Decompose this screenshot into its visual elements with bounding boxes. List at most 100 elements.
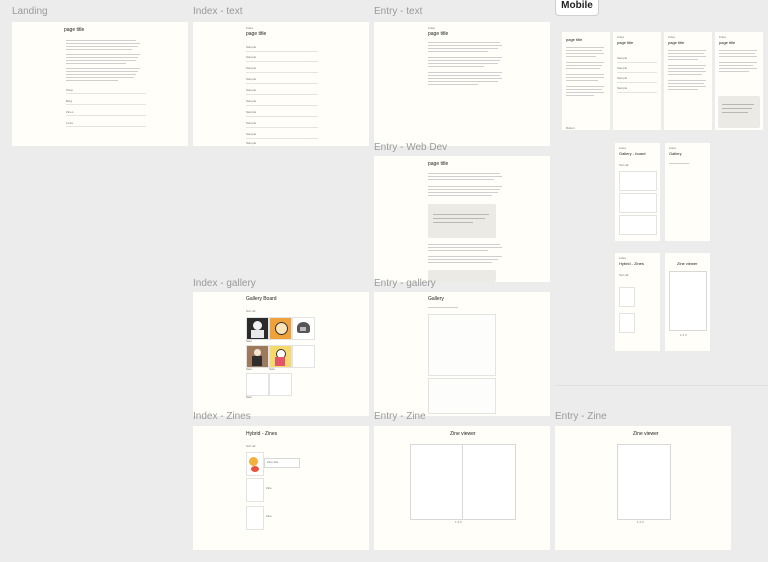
code-callout <box>718 96 760 128</box>
gallery-image[interactable] <box>428 378 496 414</box>
gallery-thumb[interactable] <box>246 345 269 368</box>
mobile-landing[interactable]: page title Button <box>562 32 610 130</box>
list-item[interactable]: Sample <box>617 66 627 70</box>
list-item[interactable]: Sample <box>246 55 256 59</box>
zine-caption: Zine <box>266 486 272 490</box>
list-item[interactable]: Sample <box>617 86 627 90</box>
list-item[interactable]: Sample <box>246 77 256 81</box>
mobile-section-label[interactable]: Mobile <box>555 0 599 16</box>
frame-index-zines[interactable]: Hybrid - Zines Sort all Zine title Zine … <box>193 426 369 550</box>
frame-entry-gallery[interactable]: Gallery <box>374 292 550 416</box>
zine-cover[interactable] <box>619 313 635 333</box>
gallery-caption: Sam <box>246 339 253 343</box>
nav-link-shop[interactable]: Shop <box>66 88 73 92</box>
gallery-thumb[interactable] <box>619 215 657 235</box>
zine-page[interactable] <box>669 271 707 331</box>
list-item[interactable]: Sample <box>246 88 256 92</box>
frame-entry-webdev[interactable]: page title <box>374 156 550 282</box>
breadcrumb[interactable]: index <box>617 35 624 39</box>
page-title: page title <box>64 27 85 33</box>
breadcrumb[interactable]: index <box>719 35 726 39</box>
frame-index-text[interactable]: index page title Sample Sample Sample Sa… <box>193 22 369 146</box>
mobile-entry-zine[interactable]: Zine viewer 1 2 3 <box>665 253 710 351</box>
frame-label-index-zines: Index - Zines <box>193 411 251 422</box>
frame-index-gallery[interactable]: Gallery Board Sort all Sam Sam Sam Sam <box>193 292 369 416</box>
breadcrumb[interactable]: index <box>669 146 676 150</box>
gallery-thumb[interactable] <box>619 193 657 213</box>
mobile-entry-gallery[interactable]: index Gallery <box>665 143 710 241</box>
zine-spread[interactable] <box>410 444 516 520</box>
frame-label-entry-zine-2: Entry - Zine <box>555 411 607 422</box>
frame-entry-zine[interactable]: Zine viewer 1 2 3 <box>374 426 550 550</box>
gallery-caption: Sam <box>246 395 253 399</box>
list-item[interactable]: Sample <box>246 66 256 70</box>
page-title: page title <box>246 31 267 37</box>
gallery-thumb[interactable] <box>292 317 315 340</box>
mobile-index-zines[interactable]: index Hybrid - Zines Sort all <box>615 253 660 351</box>
mobile-index-text[interactable]: index page title Sample Sample Sample Sa… <box>613 32 661 130</box>
page-title: Zine viewer <box>633 431 659 437</box>
frame-label-entry-zine: Entry - Zine <box>374 411 426 422</box>
gallery-thumb[interactable] <box>269 317 292 340</box>
filter-dropdown[interactable]: Sort all <box>246 444 255 448</box>
frame-entry-text[interactable]: index page title <box>374 22 550 146</box>
zine-page[interactable] <box>617 444 671 520</box>
list-item[interactable]: Sample <box>246 45 256 49</box>
mobile-button[interactable]: Button <box>566 126 575 130</box>
code-callout <box>428 204 496 238</box>
gallery-caption: Sam <box>269 367 276 371</box>
mobile-index-gallery[interactable]: index Gallery - board Sort all <box>615 143 660 241</box>
zine-tooltip: Zine title <box>264 458 300 468</box>
frame-entry-zine-2[interactable]: Zine viewer 1 2 3 <box>555 426 731 550</box>
page-title: Hybrid - Zines <box>246 431 278 437</box>
code-callout <box>428 270 496 282</box>
filter-dropdown[interactable]: Sort all <box>246 309 255 313</box>
mobile-entry-webdev[interactable]: index page title <box>715 32 763 130</box>
gallery-thumb[interactable] <box>619 171 657 191</box>
gallery-thumb[interactable] <box>246 373 269 396</box>
page-title: Zine viewer <box>677 261 698 266</box>
page-title: Hybrid - Zines <box>619 261 644 266</box>
nav-link-links[interactable]: Links <box>66 121 73 125</box>
zine-cover[interactable] <box>619 287 635 307</box>
breadcrumb[interactable]: index <box>428 26 435 30</box>
gallery-image[interactable] <box>428 314 496 376</box>
nav-link-zines[interactable]: Zines <box>66 110 73 114</box>
list-item[interactable]: Sample <box>246 110 256 114</box>
list-item[interactable]: Sample <box>246 121 256 125</box>
zine-pager[interactable]: 1 2 3 <box>680 333 687 337</box>
list-item[interactable]: Sample <box>246 132 256 136</box>
nav-link-blog[interactable]: Blog <box>66 99 72 103</box>
mobile-entry-text[interactable]: index page title <box>664 32 712 130</box>
frame-landing[interactable]: page title Shop Blog Zines Links <box>12 22 188 146</box>
breadcrumb[interactable]: index <box>619 146 626 150</box>
gallery-caption: Sam <box>246 367 253 371</box>
breadcrumb[interactable]: index <box>246 26 253 30</box>
breadcrumb[interactable]: index <box>668 35 675 39</box>
page-title: Gallery <box>428 296 444 302</box>
list-item[interactable]: Sample <box>617 76 627 80</box>
list-item[interactable]: Sample <box>246 141 256 145</box>
gallery-thumb[interactable] <box>269 345 292 368</box>
zine-pager[interactable]: 1 2 3 <box>637 520 644 524</box>
frame-label-index-text: Index - text <box>193 6 243 17</box>
zine-cover[interactable] <box>246 478 264 502</box>
gallery-thumb[interactable] <box>269 373 292 396</box>
frame-label-entry-text: Entry - text <box>374 6 423 17</box>
gallery-thumb[interactable] <box>246 317 269 340</box>
frame-label-entry-gallery: Entry - gallery <box>374 278 436 289</box>
list-item[interactable]: Sample <box>246 99 256 103</box>
zine-cover[interactable] <box>246 506 264 530</box>
filter-dropdown[interactable]: Sort all <box>619 163 628 167</box>
frame-label-landing: Landing <box>12 6 48 17</box>
breadcrumb[interactable]: index <box>619 256 626 260</box>
list-item[interactable]: Sample <box>617 56 627 60</box>
gallery-thumb[interactable] <box>292 345 315 368</box>
page-title: page title <box>428 31 449 37</box>
page-title: page title <box>668 40 685 45</box>
frame-label-index-gallery: Index - gallery <box>193 278 256 289</box>
frame-label-entry-webdev: Entry - Web Dev <box>374 142 448 153</box>
filter-dropdown[interactable]: Sort all <box>619 273 628 277</box>
zine-cover[interactable] <box>246 452 264 476</box>
zine-pager[interactable]: 1 2 3 <box>455 520 462 524</box>
